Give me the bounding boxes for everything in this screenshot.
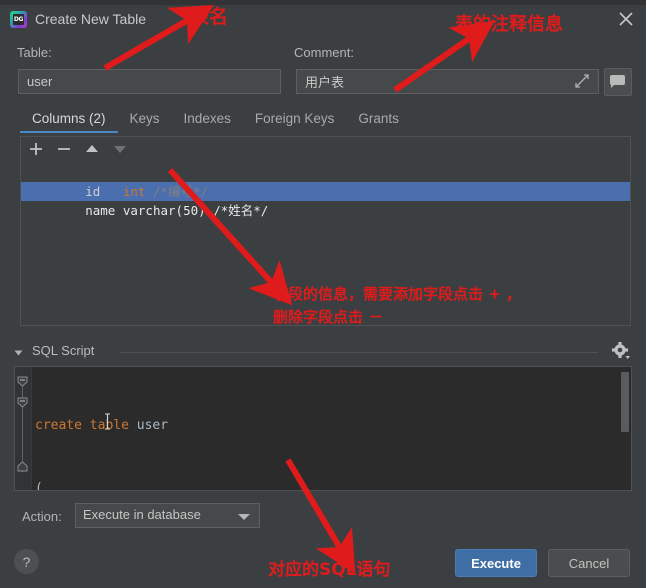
code-token: ( bbox=[35, 481, 43, 491]
expand-arrows-icon[interactable] bbox=[573, 72, 591, 90]
chevron-down-icon[interactable] bbox=[14, 350, 23, 356]
datagrip-icon-label: DG bbox=[13, 14, 24, 25]
code-token: create table bbox=[35, 418, 137, 433]
code-token: user bbox=[136, 418, 169, 433]
sql-script-header: SQL Script bbox=[14, 342, 633, 362]
editor-gutter bbox=[15, 367, 32, 490]
column-gap bbox=[100, 184, 123, 199]
sql-code-text: create table user ( id int null comment … bbox=[35, 373, 617, 491]
arrow-up-icon[interactable] bbox=[83, 140, 101, 158]
text-cursor-icon bbox=[104, 413, 111, 430]
editor-scrollbar-thumb[interactable] bbox=[621, 372, 629, 432]
fold-marker-icon[interactable] bbox=[17, 396, 28, 408]
comment-label: Comment: bbox=[294, 45, 354, 60]
fold-marker-icon[interactable] bbox=[17, 375, 28, 387]
create-new-table-dialog: DG Create New Table Table: Comment: Colu… bbox=[0, 0, 646, 588]
dialog-title: Create New Table bbox=[35, 11, 147, 27]
datagrip-icon: DG bbox=[10, 11, 27, 28]
table-editor-tabs: Columns (2) Keys Indexes Foreign Keys Gr… bbox=[20, 108, 411, 134]
comment-editor-button[interactable] bbox=[604, 68, 632, 96]
annotation-table-comment: 表的注释信息 bbox=[455, 14, 563, 35]
close-icon[interactable] bbox=[616, 9, 636, 29]
tab-indexes[interactable]: Indexes bbox=[172, 108, 243, 130]
tab-keys[interactable]: Keys bbox=[118, 108, 172, 130]
arrow-down-icon[interactable] bbox=[111, 140, 129, 158]
column-gap bbox=[115, 203, 123, 218]
tab-columns[interactable]: Columns (2) bbox=[20, 108, 118, 133]
fold-region-line bbox=[22, 381, 23, 472]
table-comment-input[interactable] bbox=[296, 69, 599, 94]
table-label: Table: bbox=[17, 45, 52, 60]
column-space bbox=[145, 184, 153, 199]
action-label: Action: bbox=[22, 509, 62, 524]
tab-grants[interactable]: Grants bbox=[346, 108, 411, 130]
action-select-value: Execute in database bbox=[83, 507, 201, 522]
tab-foreign-keys[interactable]: Foreign Keys bbox=[243, 108, 347, 130]
chevron-down-icon bbox=[238, 514, 250, 520]
column-type: varchar(50) bbox=[122, 203, 206, 218]
plus-icon[interactable] bbox=[27, 140, 45, 158]
cancel-button[interactable]: Cancel bbox=[548, 549, 630, 577]
action-select[interactable]: Execute in database bbox=[75, 503, 260, 528]
table-row[interactable]: id int /*编号*/ bbox=[21, 163, 630, 199]
annotation-columns: 字段的信息，需要添加字段点击 + ， 删除字段点击 － bbox=[273, 285, 522, 326]
column-name: id bbox=[85, 184, 101, 199]
help-button[interactable]: ? bbox=[14, 549, 39, 574]
column-comment: /*编号*/ bbox=[152, 184, 209, 199]
fold-marker-end-icon[interactable] bbox=[17, 460, 28, 472]
column-comment: /*姓名*/ bbox=[213, 203, 269, 218]
minus-icon[interactable] bbox=[55, 140, 73, 158]
sql-header-divider bbox=[119, 352, 598, 353]
columns-toolbar bbox=[21, 137, 630, 162]
annotation-sql: 对应的SQL语句 bbox=[268, 560, 391, 580]
gear-icon[interactable] bbox=[611, 342, 633, 362]
annotation-table-name: 表名 bbox=[190, 6, 229, 28]
code-line: ( bbox=[35, 478, 617, 491]
sql-script-title: SQL Script bbox=[32, 343, 101, 358]
table-name-input[interactable] bbox=[18, 69, 281, 94]
column-name: name bbox=[85, 203, 116, 218]
execute-button[interactable]: Execute bbox=[455, 549, 537, 577]
speech-bubble-icon bbox=[610, 75, 625, 88]
editor-scrollbar[interactable] bbox=[619, 368, 630, 489]
column-type: int bbox=[122, 184, 146, 199]
code-line: create table user bbox=[35, 415, 617, 436]
